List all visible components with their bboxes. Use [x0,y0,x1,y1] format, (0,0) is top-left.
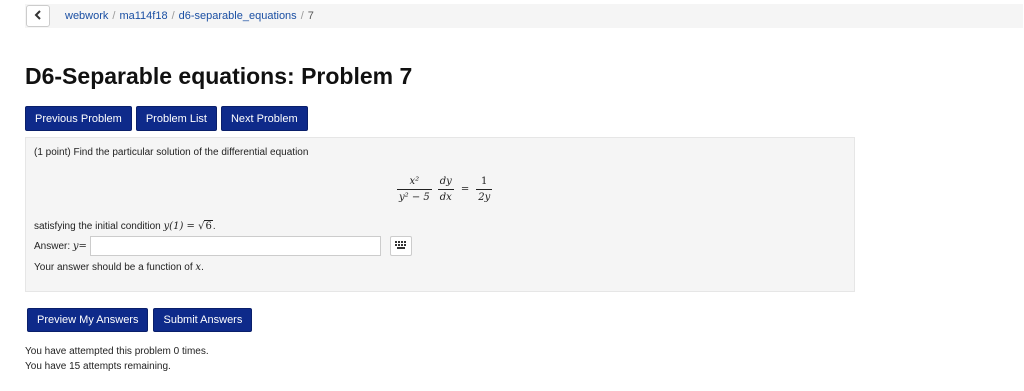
derivative-fraction: dy dx [437,176,454,203]
attempts-info: You have attempted this problem 0 times.… [25,344,209,374]
rhs-fraction: 1 2y [476,176,493,203]
chevron-left-icon [34,9,42,23]
previous-problem-button[interactable]: Previous Problem [25,106,132,131]
breadcrumb-link-course[interactable]: ma114f18 [119,10,167,22]
equals-sign: = [460,184,470,195]
initial-condition-lhs: y(1) = [163,221,199,232]
submit-answers-button[interactable]: Submit Answers [153,308,253,332]
back-button[interactable] [26,5,50,27]
initial-condition-period: . [212,221,216,232]
derivative-numerator: dy [439,176,452,187]
breadcrumb-separator: / [300,10,304,22]
breadcrumb-current-problem: 7 [307,10,314,22]
answer-input[interactable] [89,236,381,256]
breadcrumb-separator: / [112,10,116,22]
preview-answers-button[interactable]: Preview My Answers [27,308,149,332]
lhs-denominator: y² − 5 [397,189,432,203]
breadcrumb-bar: webwork / ma114f18 / d6-separable_equati… [25,4,1023,28]
breadcrumb-link-set[interactable]: d6-separable_equations [179,10,297,22]
lhs-numerator: x² [409,176,420,187]
next-problem-button[interactable]: Next Problem [220,106,308,131]
answer-row: Answer: y= [34,236,412,256]
differential-equation: x² y² − 5 dy dx = 1 2y [394,176,495,203]
initial-condition-text: satisfying the initial condition [34,221,161,232]
submit-actions: Preview My Answers Submit Answers [27,308,253,332]
hint-period: . [201,262,204,273]
rhs-denominator: 2y [476,189,493,203]
hint-text: Your answer should be a function of [34,262,193,273]
derivative-denominator: dx [437,189,454,203]
breadcrumb-separator: / [171,10,175,22]
initial-condition: satisfying the initial condition y(1) = … [34,220,216,232]
breadcrumb-link-webwork[interactable]: webwork [65,10,108,22]
lhs-fraction: x² y² − 5 [397,176,432,203]
problem-nav: Previous Problem Problem List Next Probl… [25,106,308,131]
problem-panel: (1 point) Find the particular solution o… [25,137,855,292]
problem-list-button[interactable]: Problem List [135,106,217,131]
problem-intro: (1 point) Find the particular solution o… [34,147,309,158]
initial-condition-value: 6 [204,220,213,232]
page-title: D6-Separable equations: Problem 7 [25,63,413,89]
answer-label: Answer: [34,240,71,252]
equation-editor-icon [394,240,407,252]
rhs-numerator: 1 [481,176,488,187]
attempts-made: You have attempted this problem 0 times. [25,346,209,357]
equation-editor-button[interactable] [389,236,412,256]
answer-hint: Your answer should be a function of x. [34,262,204,273]
breadcrumb: webwork / ma114f18 / d6-separable_equati… [65,10,314,22]
answer-variable: y= [72,240,87,252]
attempts-remaining: You have 15 attempts remaining. [25,361,171,372]
